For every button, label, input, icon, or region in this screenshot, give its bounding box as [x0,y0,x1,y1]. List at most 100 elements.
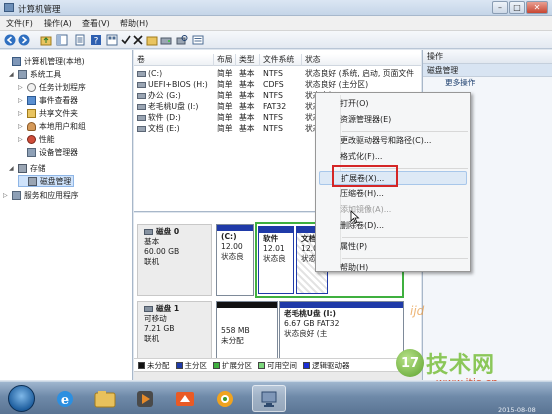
internet-explorer-icon: e [57,390,73,408]
help-icon[interactable]: ? [90,34,102,46]
tree-arrow-icon[interactable]: ▷ [18,123,24,130]
checkmark-icon[interactable] [120,34,132,46]
close-button[interactable]: ✕ [526,1,548,14]
legend-swatch [213,361,220,369]
column-header-filesystem[interactable]: 文件系统 [260,54,302,66]
disk-1-label[interactable]: 磁盘 1 可移动 7.21 GB 联机 [137,301,212,365]
disk-icon [144,229,153,235]
taskbar-explorer[interactable] [88,385,122,412]
tree-arrow-icon[interactable]: ◢ [9,71,15,78]
menu-action[interactable]: 操作(A) [44,18,72,29]
volume-cell-vol: 软件 (D:) [134,112,214,123]
open-folder-icon[interactable] [146,34,158,46]
partition-i[interactable]: 老毛桃U盘 (I:) 6.67 GB FAT32 状态良好 (主 [279,301,404,365]
tree-arrow-icon[interactable]: ▷ [18,84,24,91]
tree-item-device-manager[interactable]: 设备管理器 [18,146,78,158]
menu-file[interactable]: 文件(F) [6,18,33,29]
tree-arrow-icon[interactable]: ▷ [18,136,24,143]
tree-item-shared-folders[interactable]: ▷ 共享文件夹 [18,107,78,119]
tree-item-performance[interactable]: ▷ 性能 [18,133,55,145]
tree-item-storage[interactable]: ◢ 存储 [9,162,46,174]
taskbar-office[interactable] [168,385,202,412]
context-menu-item[interactable]: 压缩卷(H)... [338,187,468,201]
back-arrow-icon[interactable] [4,34,16,46]
tree-arrow-icon[interactable]: ◢ [9,165,15,172]
minimize-button[interactable]: – [492,1,508,14]
disk-list-icon[interactable] [192,34,204,46]
start-button[interactable] [8,385,35,412]
media-player-icon [137,390,153,407]
partition-unallocated[interactable]: 558 MB 未分配 [216,301,278,365]
mouse-cursor-icon [350,210,360,224]
tree-item-computer-management[interactable]: 计算机管理(本地) [3,55,85,67]
tree-arrow-icon[interactable]: ▷ [3,192,9,199]
tree-item-label: 本地用户和组 [39,121,86,131]
volume-cell-layout: 简单 [217,113,233,122]
volume-cell-type: 基本 [239,113,255,122]
context-menu-item[interactable]: 格式化(F)... [338,150,468,164]
context-menu-item[interactable]: 更改驱动器号和路径(C)... [338,134,468,148]
partition-d[interactable]: 软件 12.01 状态良 [258,226,294,294]
title-bar: 计算机管理 – □ ✕ [0,0,552,16]
actions-section-disk-management[interactable]: 磁盘管理 [423,64,552,77]
tree-item-label: 共享文件夹 [39,108,78,118]
menu-separator [342,258,468,259]
disk-name: 磁盘 1 [156,304,180,313]
volume-row[interactable]: UEFI+BIOS (H:) 简单 基本 CDFS 状态良好 (主分区) [134,79,421,90]
window-title: 计算机管理 [18,5,61,15]
delete-x-icon[interactable] [132,34,144,46]
context-menu-item[interactable]: 帮助(H) [338,261,468,275]
taskbar-ie[interactable]: e [48,385,82,412]
more-actions-link[interactable]: 更多操作 [423,77,552,89]
taskbar-browser[interactable] [208,385,242,412]
context-menu-item[interactable]: 资源管理器(E) [338,113,468,127]
column-header-layout[interactable]: 布局 [214,54,236,66]
tree-item-label: 事件查看器 [39,95,78,105]
partition-c[interactable]: (C:) 12.00 状态良 [216,224,254,296]
horizontal-scrollbar[interactable] [134,371,421,380]
volume-cell-vol: 文档 (E:) [134,123,214,134]
context-menu-item[interactable]: 属性(P) [338,240,468,254]
taskbar-media[interactable] [128,385,162,412]
show-hide-tree-icon[interactable] [56,34,68,46]
disk-action-icon[interactable] [160,34,172,46]
tree-item-task-scheduler[interactable]: ▷ 任务计划程序 [18,81,86,93]
properties-icon[interactable] [74,34,86,46]
forward-arrow-icon[interactable] [18,34,30,46]
tree-item-label: 磁盘管理 [40,176,72,186]
context-menu-item[interactable]: 打开(O) [338,97,468,111]
tree-arrow-icon[interactable]: ▷ [18,97,24,104]
volume-cell-layout: 简单 [217,91,233,100]
disk-0-label[interactable]: 磁盘 0 基本 60.00 GB 联机 [137,224,212,296]
menu-view[interactable]: 查看(V) [82,18,110,29]
menu-help[interactable]: 帮助(H) [120,18,148,29]
maximize-button[interactable]: □ [509,1,525,14]
tree-item-system-tools[interactable]: ◢ 系统工具 [9,68,61,80]
column-header-status[interactable]: 状态 [302,54,421,66]
tree-arrow-icon[interactable]: ▷ [18,110,24,117]
volume-cell-status: 状态良好 (系统, 启动, 页面文件 [305,69,414,78]
volume-cell-fs: NTFS [263,113,283,122]
volume-cell-fs: NTFS [263,91,283,100]
view-icon[interactable] [106,34,118,46]
up-folder-icon[interactable] [40,34,52,46]
clock-icon [27,82,36,92]
tree-item-local-users[interactable]: ▷ 本地用户和组 [18,120,86,132]
column-header-volume[interactable]: 卷 [134,54,214,66]
tree-item-event-viewer[interactable]: ▷ 事件查看器 [18,94,78,106]
device-icon [27,147,36,157]
tree-item-disk-management[interactable]: 磁盘管理 [18,175,75,187]
legend-label: 可用空间 [267,360,297,370]
taskbar-computer-management[interactable] [252,385,286,412]
tree-item-services-apps[interactable]: ▷ 服务和应用程序 [3,189,79,201]
column-header-type[interactable]: 类型 [236,54,260,66]
legend-unallocated: 未分配 [138,360,170,371]
services-icon [12,190,21,200]
perf-icon [27,134,36,144]
volume-row[interactable]: (C:) 简单 基本 NTFS 状态良好 (系统, 启动, 页面文件 [134,68,421,79]
disk-search-icon[interactable] [176,34,188,46]
tree-item-label: 性能 [39,134,55,144]
menu-bar: 文件(F) 操作(A) 查看(V) 帮助(H) [0,16,552,31]
drive-icon [137,71,146,77]
toolbar: ? [0,31,552,49]
